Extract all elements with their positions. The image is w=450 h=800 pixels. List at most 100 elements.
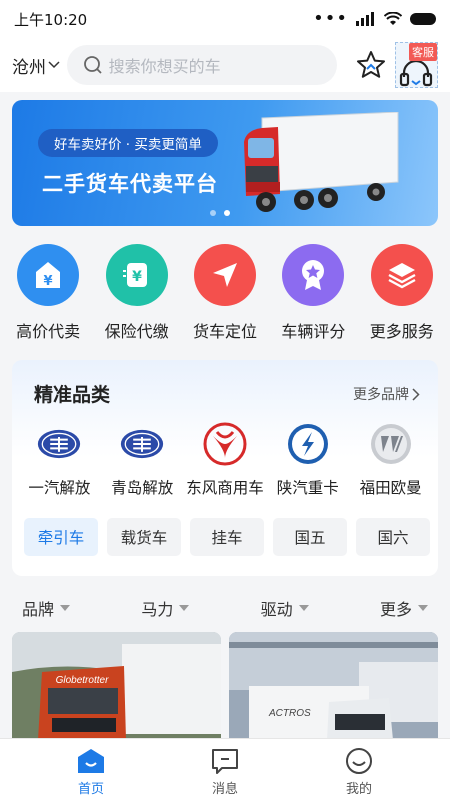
type-chip-tractor[interactable]: 牵引车: [24, 518, 98, 556]
brand-faw[interactable]: 一汽解放: [18, 422, 101, 498]
brand-qingdao-faw[interactable]: 青岛解放: [101, 422, 184, 498]
nav-label: 消息: [211, 782, 238, 797]
feature-label: 车辆评分: [281, 322, 346, 341]
cab-text: ACTROS: [268, 708, 311, 719]
promo-banner[interactable]: 好车卖好价 · 买卖更简单 二手货车代卖平台: [12, 100, 438, 226]
status-bar: 上午10:20 •••: [0, 0, 450, 38]
svg-text:¥: ¥: [44, 274, 53, 289]
top-bar: 沧州 搜索你想买的车 客服: [0, 38, 450, 92]
status-dots: •••: [313, 8, 348, 29]
brand-label: 一汽解放: [28, 479, 91, 497]
filter-bar: 品牌 马力 驱动 更多: [0, 590, 450, 626]
category-card: 精准品类 更多品牌 一汽解放 青岛解放 东风商用车 陕汽重卡 福田欧曼 牵引车 …: [12, 360, 438, 576]
type-chip-guo6[interactable]: 国六: [356, 518, 430, 556]
listing-card[interactable]: ACTROS: [229, 632, 438, 740]
faw-logo-icon: [37, 422, 81, 466]
caret-down-icon: [179, 605, 190, 611]
home-icon: [78, 749, 104, 773]
star-icon: [356, 51, 385, 78]
favorites-button[interactable]: [355, 48, 387, 82]
nav-label: 我的: [345, 782, 372, 797]
nav-label: 首页: [77, 782, 104, 797]
battery-icon: [410, 13, 436, 25]
truck-type-chips: 牵引车 载货车 挂车 国五 国六: [24, 518, 430, 556]
type-chip-cargo-truck[interactable]: 载货车: [107, 518, 181, 556]
signal-icon: [356, 12, 374, 26]
status-time: 上午10:20: [14, 10, 88, 29]
type-chip-trailer[interactable]: 挂车: [190, 518, 264, 556]
city-label: 沧州: [12, 57, 46, 78]
city-selector[interactable]: 沧州: [12, 53, 65, 78]
brand-label: 青岛解放: [111, 479, 174, 497]
chevron-right-icon: [412, 387, 420, 401]
nav-home[interactable]: 首页: [51, 739, 131, 800]
filter-label: 更多: [379, 600, 412, 619]
filter-label: 品牌: [22, 600, 55, 619]
headset-icon: [400, 59, 433, 87]
feature-label: 更多服务: [369, 322, 434, 341]
feature-more-services[interactable]: 更多服务: [359, 244, 445, 342]
dongfeng-logo-icon: [203, 422, 247, 466]
search-input[interactable]: 搜索你想买的车: [66, 45, 337, 85]
feature-label: 保险代缴: [104, 322, 169, 341]
service-badge: 客服: [409, 43, 437, 61]
truck-photo-actros: ACTROS: [229, 632, 438, 740]
more-brands-label: 更多品牌: [353, 387, 409, 403]
caret-down-icon: [298, 605, 309, 611]
filter-more[interactable]: 更多: [380, 596, 428, 620]
brand-shacman[interactable]: 陕汽重卡: [266, 422, 349, 498]
layers-icon: [370, 244, 433, 306]
carousel-dot-active[interactable]: [224, 210, 230, 216]
filter-horsepower[interactable]: 马力: [141, 596, 190, 620]
truck-photo-globetrotter: Globetrotter: [12, 632, 221, 740]
filter-label: 驱动: [260, 600, 293, 619]
category-title: 精准品类: [34, 384, 111, 406]
bottom-nav: 首页 消息 我的: [0, 738, 450, 800]
carousel-indicator: [210, 210, 230, 216]
feature-vehicle-rating[interactable]: 车辆评分: [270, 244, 356, 342]
type-chip-guo5[interactable]: 国五: [273, 518, 347, 556]
feature-label: 货车定位: [192, 322, 257, 341]
feature-price-sale[interactable]: ¥ 高价代卖: [5, 244, 91, 342]
medal-icon: [282, 244, 345, 306]
feature-grid: ¥ 高价代卖 ¥ 保险代缴 货车定位 车辆评分 更多服务: [0, 244, 450, 342]
svg-text:¥: ¥: [132, 269, 142, 285]
brand-label: 陕汽重卡: [276, 479, 339, 497]
nav-profile[interactable]: 我的: [319, 739, 399, 800]
filter-label: 马力: [141, 600, 174, 619]
profile-icon: [346, 748, 372, 774]
feature-label: 高价代卖: [16, 322, 81, 341]
search-placeholder: 搜索你想买的车: [108, 57, 221, 76]
location-arrow-icon: [193, 244, 256, 306]
filter-brand[interactable]: 品牌: [22, 596, 71, 620]
more-brands-link[interactable]: 更多品牌: [353, 384, 420, 404]
message-icon: [212, 749, 238, 774]
feature-insurance[interactable]: ¥ 保险代缴: [94, 244, 180, 342]
brand-label: 东风商用车: [186, 479, 264, 497]
banner-title: 二手货车代卖平台: [42, 172, 218, 196]
price-tag-icon: ¥: [17, 244, 80, 306]
listing-card[interactable]: Globetrotter: [12, 632, 221, 740]
brand-foton[interactable]: 福田欧曼: [349, 422, 432, 498]
status-icons: •••: [313, 8, 436, 29]
filter-drive[interactable]: 驱动: [261, 596, 309, 620]
search-icon: [83, 56, 102, 74]
brand-dongfeng[interactable]: 东风商用车: [184, 422, 267, 498]
customer-service-button[interactable]: 客服: [394, 42, 438, 88]
wifi-icon: [384, 12, 402, 25]
caret-down-icon: [418, 605, 428, 611]
cab-text: Globetrotter: [56, 675, 109, 686]
carousel-dot[interactable]: [210, 210, 216, 216]
faw-logo-icon: [120, 422, 164, 466]
brand-label: 福田欧曼: [359, 479, 422, 497]
banner-slogan: 好车卖好价 · 买卖更简单: [38, 129, 218, 157]
caret-down-icon: [60, 605, 71, 611]
feature-truck-location[interactable]: 货车定位: [182, 244, 268, 342]
insurance-icon: ¥: [105, 244, 168, 306]
shacman-logo-icon: [286, 422, 330, 466]
foton-logo-icon: [369, 422, 413, 466]
nav-messages[interactable]: 消息: [185, 739, 265, 800]
truck-illustration: [244, 112, 399, 212]
chevron-down-icon: [48, 61, 60, 69]
brand-list: 一汽解放 青岛解放 东风商用车 陕汽重卡 福田欧曼: [12, 422, 438, 498]
